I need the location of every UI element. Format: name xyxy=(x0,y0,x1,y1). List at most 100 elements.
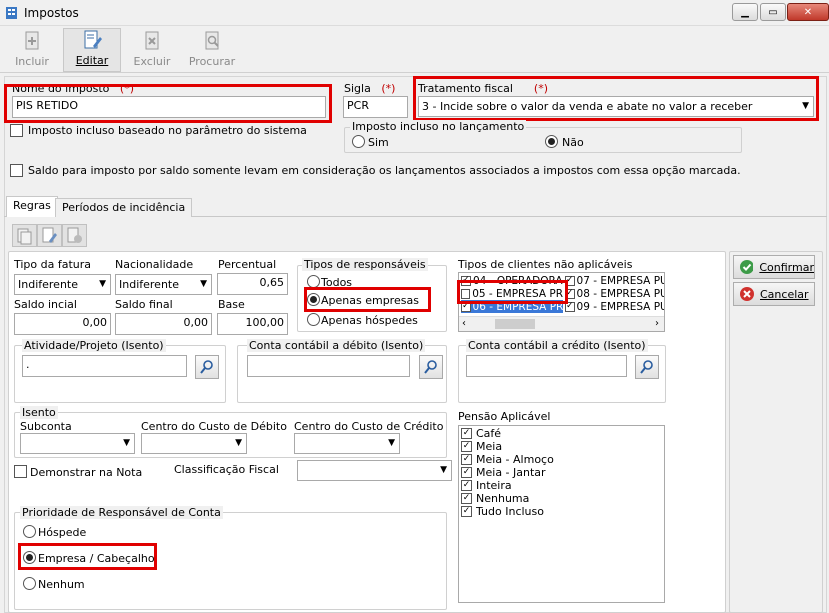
delete-document-icon xyxy=(145,31,159,50)
editar-button[interactable]: Editar xyxy=(63,28,121,72)
ccusto-credito-label: Centro do Custo de Crédito xyxy=(294,420,444,433)
pensao-checkbox[interactable]: ✓ xyxy=(461,428,472,439)
cancelar-label: Cancelar xyxy=(760,287,809,301)
pensao-item[interactable]: ✓ Café xyxy=(461,427,554,440)
classificacao-select[interactable]: ▼ xyxy=(297,460,452,481)
conta-credito-input[interactable] xyxy=(466,355,627,377)
incluso-param-checkbox[interactable] xyxy=(10,124,23,140)
pensao-checkbox[interactable]: ✓ xyxy=(461,493,472,504)
conta-debito-input[interactable] xyxy=(247,355,410,377)
excluir-label: Excluir xyxy=(133,55,171,68)
cliente-item[interactable]: ✓ 07 - EMPRESA PU xyxy=(565,274,664,287)
close-button[interactable]: ✕ xyxy=(787,3,829,21)
cancelar-button[interactable]: Cancelar xyxy=(733,282,815,306)
pensao-label: Inteira xyxy=(476,479,512,492)
ccusto-debito-label: Centro do Custo de Débito xyxy=(141,420,287,433)
editar-label: Editar xyxy=(75,54,109,67)
cliente-item[interactable]: ✓ 09 - EMPRESA PU xyxy=(565,300,664,313)
highlight-empresa-pr xyxy=(457,280,568,304)
pensao-checkbox[interactable]: ✓ xyxy=(461,441,472,452)
pensao-item[interactable]: ✓ Meia - Jantar xyxy=(461,466,554,479)
rule-add-button[interactable] xyxy=(12,224,37,247)
isento-title: Isento xyxy=(20,406,58,419)
pensao-item[interactable]: ✓ Meia xyxy=(461,440,554,453)
rule-edit-button[interactable] xyxy=(37,224,62,247)
conta-debito-search-button[interactable] xyxy=(419,355,443,379)
chevron-down-icon: ▼ xyxy=(440,465,447,475)
scroll-left-icon[interactable]: ‹ xyxy=(462,318,466,329)
pensao-item[interactable]: ✓ Tudo Incluso xyxy=(461,505,554,518)
pensao-item[interactable]: ✓ Nenhuma xyxy=(461,492,554,505)
base-input[interactable]: 100,00 xyxy=(217,313,288,335)
conta-debito-label: Conta contábil a débito (Isento) xyxy=(247,339,426,352)
pensao-checkbox[interactable]: ✓ xyxy=(461,506,472,517)
tipos-resp-title: Tipos de responsáveis xyxy=(302,258,428,271)
sim-radio[interactable] xyxy=(352,135,365,151)
sim-label: Sim xyxy=(368,136,389,149)
rule-delete-button[interactable] xyxy=(62,224,87,247)
subconta-select[interactable]: ▼ xyxy=(20,433,135,454)
minimize-button[interactable]: ▁ xyxy=(732,3,758,21)
cliente-label: 08 - EMPRESA PU xyxy=(576,287,664,300)
apenas-hospedes-radio[interactable] xyxy=(307,313,320,329)
conta-credito-search-button[interactable] xyxy=(635,355,659,379)
pensao-checkbox[interactable]: ✓ xyxy=(461,480,472,491)
pensao-checkbox[interactable]: ✓ xyxy=(461,467,472,478)
close-icon: ✕ xyxy=(803,6,813,18)
pensao-label: Nenhuma xyxy=(476,492,530,505)
pensao-checkbox[interactable]: ✓ xyxy=(461,454,472,465)
percentual-input[interactable]: 0,65 xyxy=(217,273,288,295)
demonstrar-checkbox[interactable] xyxy=(14,465,27,481)
maximize-button[interactable]: ▭ xyxy=(760,3,786,21)
pensao-label: Meia xyxy=(476,440,503,453)
minimize-icon: ▁ xyxy=(741,6,749,18)
saldo-final-input[interactable]: 0,00 xyxy=(115,313,212,335)
procurar-label: Procurar xyxy=(188,55,236,68)
ccusto-debito-select[interactable]: ▼ xyxy=(141,433,247,454)
nacionalidade-select[interactable]: Indiferente ▼ xyxy=(115,274,212,295)
saldo-inicial-label: Saldo incial xyxy=(14,298,77,311)
pensao-item[interactable]: ✓ Inteira xyxy=(461,479,554,492)
tab-regras[interactable]: Regras xyxy=(6,196,58,217)
delete-icon xyxy=(67,227,82,243)
nao-label: Não xyxy=(562,136,584,149)
highlight-empresa-cabecalho xyxy=(18,543,157,570)
demonstrar-label: Demonstrar na Nota xyxy=(30,466,143,479)
edit-icon xyxy=(42,227,57,243)
pensao-item[interactable]: ✓ Meia - Almoço xyxy=(461,453,554,466)
pensao-list[interactable]: ✓ Café ✓ Meia ✓ Meia - Almoço ✓ Meia - Jantar ✓ I… xyxy=(458,425,665,603)
apenas-hospedes-label: Apenas hóspedes xyxy=(321,314,418,327)
percentual-label: Percentual xyxy=(218,258,277,271)
procurar-button[interactable]: Procurar xyxy=(183,28,241,72)
atividade-search-button[interactable] xyxy=(195,355,219,379)
saldo-checkbox[interactable] xyxy=(10,164,23,180)
tipo-fatura-select[interactable]: Indiferente ▼ xyxy=(14,274,111,295)
copy-icon xyxy=(17,228,32,245)
cliente-item[interactable]: ✓ 08 - EMPRESA PU xyxy=(565,287,664,300)
saldo-inicial-input[interactable]: 0,00 xyxy=(14,313,111,335)
nenhum-radio[interactable] xyxy=(23,577,36,593)
atividade-label: Atividade/Projeto (Isento) xyxy=(22,339,166,352)
tab-periodos[interactable]: Períodos de incidência xyxy=(55,198,193,217)
prioridade-title: Prioridade de Responsável de Conta xyxy=(20,506,223,519)
hospede-radio[interactable] xyxy=(23,525,36,541)
scrollbar-thumb[interactable] xyxy=(495,319,535,329)
search-document-icon xyxy=(205,31,219,50)
atividade-input[interactable]: . xyxy=(22,355,187,377)
sigla-label: Sigla (*) xyxy=(344,82,396,95)
excluir-button[interactable]: Excluir xyxy=(123,28,181,72)
ccusto-credito-select[interactable]: ▼ xyxy=(294,433,400,454)
tipo-fatura-label: Tipo da fatura xyxy=(14,258,92,271)
pensao-label: Pensão Aplicável xyxy=(458,410,551,423)
title-bar xyxy=(0,0,829,26)
nao-radio[interactable] xyxy=(545,135,558,148)
scroll-right-icon[interactable]: › xyxy=(655,318,659,329)
sigla-input[interactable]: PCR xyxy=(343,96,408,118)
confirmar-button[interactable]: Confirmar xyxy=(733,255,815,279)
chevron-down-icon: ▼ xyxy=(123,438,130,448)
check-icon xyxy=(740,260,754,274)
incluir-label: Incluir xyxy=(15,55,49,68)
saldo-final-label: Saldo final xyxy=(115,298,173,311)
horizontal-scrollbar[interactable]: ‹ › xyxy=(459,316,664,331)
incluir-button[interactable]: Incluir xyxy=(3,28,61,72)
